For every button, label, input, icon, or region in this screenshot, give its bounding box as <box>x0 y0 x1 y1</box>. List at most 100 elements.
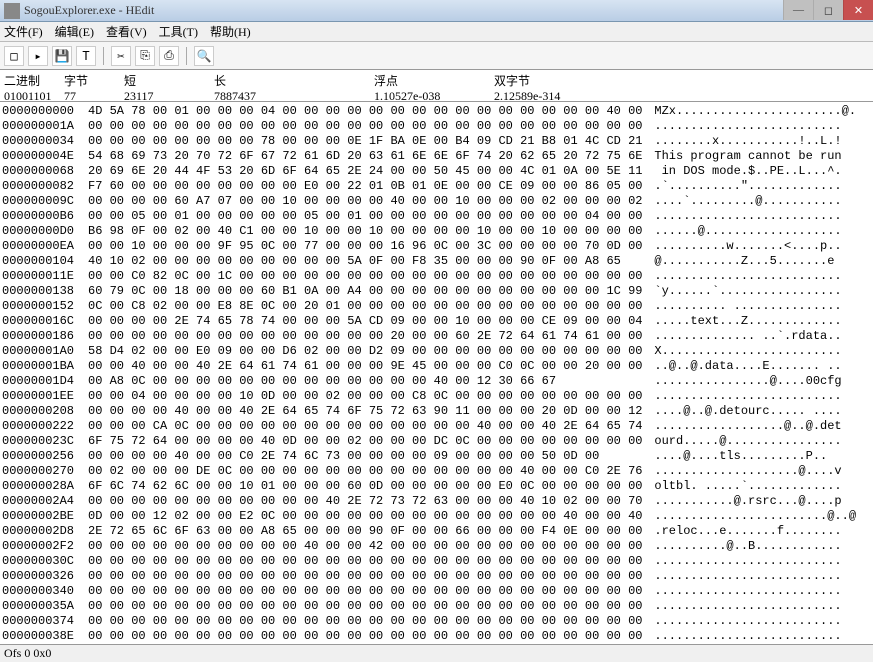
ascii-col[interactable]: .reloc...e.......f........ <box>640 524 871 539</box>
ascii-col[interactable]: in DOS mode.$..PE..L...^. <box>640 164 871 179</box>
ascii-col[interactable]: X......................... <box>640 344 871 359</box>
hex-row[interactable]: 000000010440 10 02 00 00 00 00 00 00 00 … <box>2 254 871 269</box>
ascii-col[interactable]: .......................... <box>640 269 871 284</box>
hex-row[interactable]: 00000001BA00 00 40 00 00 40 2E 64 61 74 … <box>2 359 871 374</box>
hex-row[interactable]: 00000000B600 00 05 00 01 00 00 00 00 00 … <box>2 209 871 224</box>
hex-col[interactable]: 4D 5A 78 00 01 00 00 00 04 00 00 00 00 0… <box>88 104 640 119</box>
ascii-col[interactable]: `y......`................. <box>640 284 871 299</box>
ascii-col[interactable]: .....text...Z............. <box>640 314 871 329</box>
hex-row[interactable]: 00000001A058 D4 02 00 00 E0 09 00 00 D6 … <box>2 344 871 359</box>
ascii-col[interactable]: ..........w.......<....p.. <box>640 239 871 254</box>
hex-col[interactable]: 6F 6C 74 62 6C 00 00 10 01 00 00 00 60 0… <box>88 479 640 494</box>
ascii-col[interactable]: ourd.....@................ <box>640 434 871 449</box>
ascii-col[interactable]: ........................@..@ <box>640 509 871 524</box>
hex-row[interactable]: 00000000EA00 00 10 00 00 00 9F 95 0C 00 … <box>2 239 871 254</box>
hex-col[interactable]: 00 00 00 00 00 00 00 00 00 00 00 00 00 0… <box>88 329 640 344</box>
hex-col[interactable]: B6 98 0F 00 02 00 40 C1 00 00 10 00 00 1… <box>88 224 640 239</box>
hex-col[interactable]: 00 00 05 00 01 00 00 00 00 00 05 00 01 0… <box>88 209 640 224</box>
hex-row[interactable]: 00000002BE0D 00 00 12 02 00 00 E2 0C 00 … <box>2 509 871 524</box>
hex-col[interactable]: 00 00 00 00 00 00 00 00 00 00 00 00 00 0… <box>88 599 640 614</box>
hex-col[interactable]: 00 00 00 00 2E 74 65 78 74 00 00 00 5A C… <box>88 314 640 329</box>
hex-col[interactable]: 2E 72 65 6C 6F 63 00 00 A8 65 00 00 00 9… <box>88 524 640 539</box>
close-button[interactable]: ✕ <box>843 0 873 20</box>
hex-row[interactable]: 000000025600 00 00 00 40 00 00 C0 2E 74 … <box>2 449 871 464</box>
hex-row[interactable]: 000000016C00 00 00 00 2E 74 65 78 74 00 … <box>2 314 871 329</box>
hex-col[interactable]: 00 00 00 00 00 00 00 00 00 00 00 00 00 0… <box>88 119 640 134</box>
hex-row[interactable]: 000000035A00 00 00 00 00 00 00 00 00 00 … <box>2 599 871 614</box>
hex-col[interactable]: 00 02 00 00 00 DE 0C 00 00 00 00 00 00 0… <box>88 464 640 479</box>
ascii-col[interactable]: ................@....00cfg <box>640 374 871 389</box>
hex-col[interactable]: 40 10 02 00 00 00 00 00 00 00 00 00 5A 0… <box>88 254 640 269</box>
hex-row[interactable]: 00000000D0B6 98 0F 00 02 00 40 C1 00 00 … <box>2 224 871 239</box>
ascii-col[interactable]: .......................... <box>640 119 871 134</box>
ascii-col[interactable]: ....................@....v <box>640 464 871 479</box>
hex-row[interactable]: 00000002D82E 72 65 6C 6F 63 00 00 A8 65 … <box>2 524 871 539</box>
hex-row[interactable]: 00000002A400 00 00 00 00 00 00 00 00 00 … <box>2 494 871 509</box>
hex-row[interactable]: 000000001A00 00 00 00 00 00 00 00 00 00 … <box>2 119 871 134</box>
hex-col[interactable]: 00 00 00 00 00 00 00 00 00 00 00 40 2E 7… <box>88 494 640 509</box>
hex-col[interactable]: 00 00 00 00 00 00 00 00 00 00 40 00 00 4… <box>88 539 640 554</box>
ascii-col[interactable]: ..................@..@.det <box>640 419 871 434</box>
ascii-col[interactable]: .`.........."............. <box>640 179 871 194</box>
hex-row[interactable]: 000000038E00 00 00 00 00 00 00 00 00 00 … <box>2 629 871 644</box>
ascii-col[interactable]: ....@..@.detourc..... .... <box>640 404 871 419</box>
hex-row[interactable]: 000000037400 00 00 00 00 00 00 00 00 00 … <box>2 614 871 629</box>
hex-row[interactable]: 00000002F200 00 00 00 00 00 00 00 00 00 … <box>2 539 871 554</box>
hex-row[interactable]: 000000028A6F 6C 74 62 6C 00 00 10 01 00 … <box>2 479 871 494</box>
menu-tools[interactable]: 工具(T) <box>159 23 198 40</box>
save-button[interactable]: 💾 <box>52 46 72 66</box>
hex-row[interactable]: 000000022200 00 00 CA 0C 00 00 00 00 00 … <box>2 419 871 434</box>
ascii-col[interactable]: ....`.........@........... <box>640 194 871 209</box>
hex-row[interactable]: 000000013860 79 0C 00 18 00 00 00 60 B1 … <box>2 284 871 299</box>
ascii-col[interactable]: .............. ..`.rdata.. <box>640 329 871 344</box>
hex-col[interactable]: F7 60 00 00 00 00 00 00 00 00 E0 00 22 0… <box>88 179 640 194</box>
ascii-col[interactable]: @...........Z...5.......e <box>640 254 871 269</box>
ascii-col[interactable]: .......................... <box>640 569 871 584</box>
hex-row[interactable]: 000000006820 69 6E 20 44 4F 53 20 6D 6F … <box>2 164 871 179</box>
ascii-col[interactable]: ..........@..B............ <box>640 539 871 554</box>
ascii-col[interactable]: .......................... <box>640 554 871 569</box>
ascii-col[interactable]: ........x...........!..L.! <box>640 134 871 149</box>
hex-col[interactable]: 60 79 0C 00 18 00 00 00 60 B1 0A 00 A4 0… <box>88 284 640 299</box>
hex-col[interactable]: 54 68 69 73 20 70 72 6F 67 72 61 6D 20 6… <box>88 149 640 164</box>
hex-col[interactable]: 00 00 00 00 00 00 00 00 00 00 00 00 00 0… <box>88 554 640 569</box>
menu-view[interactable]: 查看(V) <box>106 23 147 40</box>
hex-view[interactable]: 00000000004D 5A 78 00 01 00 00 00 04 00 … <box>0 102 873 644</box>
menu-file[interactable]: 文件(F) <box>4 23 43 40</box>
hex-row[interactable]: 000000032600 00 00 00 00 00 00 00 00 00 … <box>2 569 871 584</box>
hex-col[interactable]: 00 00 00 00 00 00 00 00 00 00 00 00 00 0… <box>88 629 640 644</box>
hex-col[interactable]: 0D 00 00 12 02 00 00 E2 0C 00 00 00 00 0… <box>88 509 640 524</box>
new-button[interactable]: □ <box>4 46 24 66</box>
hex-col[interactable]: 00 00 00 00 00 00 00 00 78 00 00 00 0E 1… <box>88 134 640 149</box>
hex-col[interactable]: 6F 75 72 64 00 00 00 00 40 0D 00 00 02 0… <box>88 434 640 449</box>
ascii-col[interactable]: .......... ............... <box>640 299 871 314</box>
hex-col[interactable]: 00 00 00 00 40 00 00 C0 2E 74 6C 73 00 0… <box>88 449 640 464</box>
ascii-col[interactable]: .......................... <box>640 209 871 224</box>
hex-col[interactable]: 00 00 00 00 00 00 00 00 00 00 00 00 00 0… <box>88 584 640 599</box>
hex-row[interactable]: 000000011E00 00 C0 82 0C 00 1C 00 00 00 … <box>2 269 871 284</box>
hex-row[interactable]: 000000030C00 00 00 00 00 00 00 00 00 00 … <box>2 554 871 569</box>
menu-edit[interactable]: 编辑(E) <box>55 23 94 40</box>
hex-col[interactable]: 00 00 00 00 00 00 00 00 00 00 00 00 00 0… <box>88 569 640 584</box>
ascii-col[interactable]: .......................... <box>640 599 871 614</box>
maximize-button[interactable]: ◻ <box>813 0 843 20</box>
hex-row[interactable]: 0000000082F7 60 00 00 00 00 00 00 00 00 … <box>2 179 871 194</box>
hex-row[interactable]: 000000020800 00 00 00 40 00 00 40 2E 64 … <box>2 404 871 419</box>
hex-col[interactable]: 00 00 C0 82 0C 00 1C 00 00 00 00 00 00 0… <box>88 269 640 284</box>
hex-col[interactable]: 58 D4 02 00 00 E0 09 00 00 D6 02 00 00 D… <box>88 344 640 359</box>
copy-button[interactable]: ⎘ <box>135 46 155 66</box>
minimize-button[interactable]: — <box>783 0 813 20</box>
hex-col[interactable]: 20 69 6E 20 44 4F 53 20 6D 6F 64 65 2E 2… <box>88 164 640 179</box>
ascii-col[interactable]: .......................... <box>640 389 871 404</box>
hex-col[interactable]: 00 00 40 00 00 40 2E 64 61 74 61 00 00 0… <box>88 359 640 374</box>
menu-help[interactable]: 帮助(H) <box>210 23 251 40</box>
hex-row[interactable]: 000000034000 00 00 00 00 00 00 00 00 00 … <box>2 584 871 599</box>
ascii-col[interactable]: MZx.......................@. <box>640 104 871 119</box>
hex-col[interactable]: 0C 00 C8 02 00 00 E8 8E 0C 00 20 01 00 0… <box>88 299 640 314</box>
hex-row[interactable]: 00000001D400 A8 0C 00 00 00 00 00 00 00 … <box>2 374 871 389</box>
hex-row[interactable]: 000000023C6F 75 72 64 00 00 00 00 40 0D … <box>2 434 871 449</box>
ascii-col[interactable]: ...........@.rsrc...@....p <box>640 494 871 509</box>
open-button[interactable]: ▸ <box>28 46 48 66</box>
hex-col[interactable]: 00 A8 0C 00 00 00 00 00 00 00 00 00 00 0… <box>88 374 640 389</box>
ascii-col[interactable]: .......................... <box>640 614 871 629</box>
